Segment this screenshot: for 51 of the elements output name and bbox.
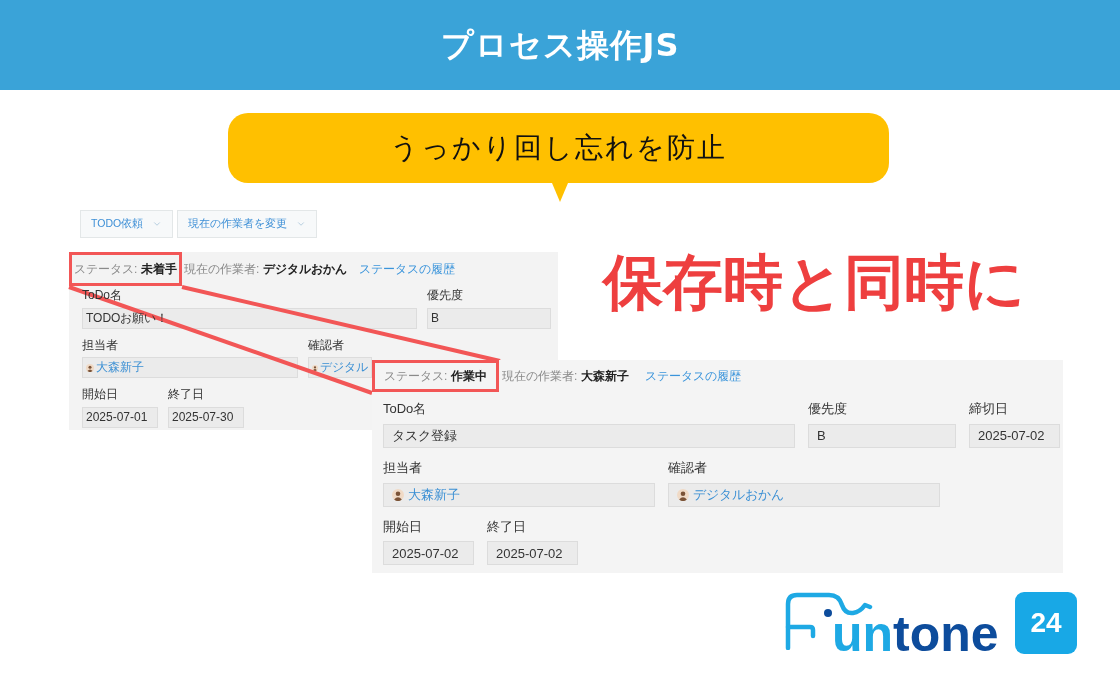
field-label: 確認者 xyxy=(668,460,707,476)
avatar-icon xyxy=(312,363,318,372)
user-name-link[interactable]: デジタル xyxy=(320,359,368,377)
user-name-link[interactable]: 大森新子 xyxy=(96,359,144,377)
avatar-icon xyxy=(677,488,689,501)
input-field[interactable]: B xyxy=(427,307,551,329)
input-field[interactable]: 大森新子 xyxy=(82,357,298,379)
status-history-link[interactable]: ステータスの履歴 xyxy=(645,369,742,384)
speech-bubble: うっかり回し忘れを防止 xyxy=(228,113,889,202)
input-field[interactable]: B xyxy=(808,424,956,448)
field-label: 終了日 xyxy=(168,387,204,402)
field-label: ToDo名 xyxy=(383,401,427,417)
input-field[interactable]: 2025-07-30 xyxy=(168,406,244,428)
status-value: 未着手 xyxy=(140,262,177,277)
input-field[interactable]: 2025-07-01 xyxy=(82,406,158,428)
worker-name: 大森新子 xyxy=(581,369,630,384)
avatar-icon xyxy=(86,363,94,372)
status-label: ステータス: xyxy=(384,369,448,384)
field-label: 担当者 xyxy=(82,337,118,353)
user-name-link[interactable]: デジタルおかん xyxy=(693,485,784,504)
chevron-down-icon xyxy=(152,219,163,229)
action-button[interactable]: 現在の作業者を変更 xyxy=(177,210,318,238)
status-value: 作業中 xyxy=(450,369,487,384)
slide-title: プロセス操作JS xyxy=(440,25,680,65)
input-field[interactable]: タスク登録 xyxy=(383,424,795,448)
headline-text: 保存時と同時に xyxy=(603,248,1025,317)
field-label: 優先度 xyxy=(427,288,463,303)
logo-badge: 24 xyxy=(1015,592,1077,654)
avatar-icon xyxy=(392,488,404,501)
input-field[interactable]: 2025-07-02 xyxy=(383,541,474,566)
input-field[interactable]: 2025-07-02 xyxy=(969,424,1060,448)
field-label: 確認者 xyxy=(308,337,344,353)
action-button[interactable]: TODO依頼 xyxy=(80,210,174,238)
worker-label: 現在の作業者: xyxy=(501,369,578,384)
logo-wordmark: untone xyxy=(832,615,999,653)
user-name-link[interactable]: 大森新子 xyxy=(408,485,460,504)
field-label: 終了日 xyxy=(487,518,526,535)
field-label: 開始日 xyxy=(82,387,118,402)
field-label: 開始日 xyxy=(383,518,422,535)
input-field[interactable]: 2025-07-02 xyxy=(487,541,578,566)
worker-name: デジタルおかん xyxy=(263,262,348,277)
chevron-down-icon xyxy=(296,219,307,229)
worker-label: 現在の作業者: xyxy=(183,262,260,277)
status-history-link[interactable]: ステータスの履歴 xyxy=(359,262,456,277)
field-label: 締切日 xyxy=(969,401,1008,417)
input-field[interactable]: デジタル xyxy=(308,357,372,379)
status-label: ステータス: xyxy=(74,262,138,277)
field-label: 優先度 xyxy=(808,401,847,417)
input-field[interactable]: 大森新子 xyxy=(383,482,655,507)
field-label: 担当者 xyxy=(383,460,422,476)
input-field[interactable]: デジタルおかん xyxy=(668,482,940,507)
